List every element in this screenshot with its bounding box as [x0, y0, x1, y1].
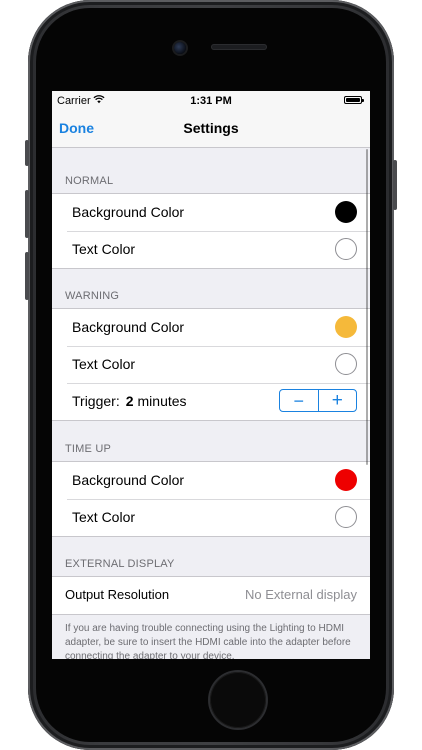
section-header-normal: NORMAL [65, 175, 114, 187]
time-up-text-row[interactable]: Text Color [52, 499, 370, 536]
normal-text-label: Text Color [72, 241, 136, 257]
normal-background-row[interactable]: Background Color [52, 194, 370, 231]
warning-background-swatch[interactable] [335, 316, 357, 338]
scroll-indicator[interactable] [365, 149, 368, 465]
warning-text-row[interactable]: Text Color [52, 346, 370, 383]
mute-switch [25, 140, 29, 166]
volume-down-button [25, 252, 29, 300]
navigation-bar: Done Settings [52, 111, 370, 148]
trigger-stepper[interactable]: − + [279, 389, 357, 412]
section-header-time-up: TIME UP [65, 443, 112, 455]
time-up-background-label: Background Color [72, 472, 185, 488]
plus-icon: + [331, 389, 343, 411]
power-button [393, 160, 397, 210]
speaker-icon [211, 44, 267, 50]
app-screen: Carrier 1:31 PM Done Settings NORMAL Bac… [52, 91, 370, 659]
normal-background-label: Background Color [72, 204, 185, 220]
trigger-unit: minutes [137, 393, 187, 409]
external-display-footer: If you are having trouble connecting usi… [65, 623, 351, 659]
group-external-display: Output Resolution No External display [52, 576, 370, 615]
output-resolution-value: No External display [245, 587, 357, 602]
group-warning: Background Color Text Color Trigger: 2 min… [52, 308, 370, 421]
output-resolution-row[interactable]: Output Resolution No External display [52, 577, 370, 614]
normal-background-swatch[interactable] [335, 201, 357, 223]
trigger-value: 2 [125, 393, 134, 409]
camera-icon [174, 42, 186, 54]
warning-text-swatch[interactable] [335, 353, 357, 375]
status-time: 1:31 PM [190, 95, 232, 107]
output-resolution-label: Output Resolution [65, 587, 170, 602]
normal-text-row[interactable]: Text Color [52, 231, 370, 268]
time-up-background-swatch[interactable] [335, 469, 357, 491]
time-up-background-row[interactable]: Background Color [52, 462, 370, 499]
home-button[interactable] [210, 672, 266, 728]
group-time-up: Background Color Text Color [52, 461, 370, 537]
group-normal: Background Color Text Color [52, 193, 370, 269]
time-up-text-swatch[interactable] [335, 506, 357, 528]
section-header-warning: WARNING [65, 290, 120, 302]
trigger-label: Trigger: [72, 393, 120, 409]
status-bar: Carrier 1:31 PM [52, 91, 370, 111]
warning-background-row[interactable]: Background Color [52, 309, 370, 346]
time-up-text-label: Text Color [72, 509, 136, 525]
volume-up-button [25, 190, 29, 238]
normal-text-swatch[interactable] [335, 238, 357, 260]
decrement-button[interactable]: − [280, 390, 318, 411]
minus-icon: − [293, 390, 304, 411]
battery-icon [344, 96, 364, 104]
trigger-text: Trigger: 2 minutes [72, 393, 187, 409]
warning-text-label: Text Color [72, 356, 136, 372]
warning-trigger-row: Trigger: 2 minutes − + [52, 383, 370, 420]
page-title: Settings [183, 120, 239, 136]
increment-button[interactable]: + [317, 389, 357, 411]
section-header-external-display: EXTERNAL DISPLAY [65, 558, 175, 570]
warning-background-label: Background Color [72, 319, 185, 335]
